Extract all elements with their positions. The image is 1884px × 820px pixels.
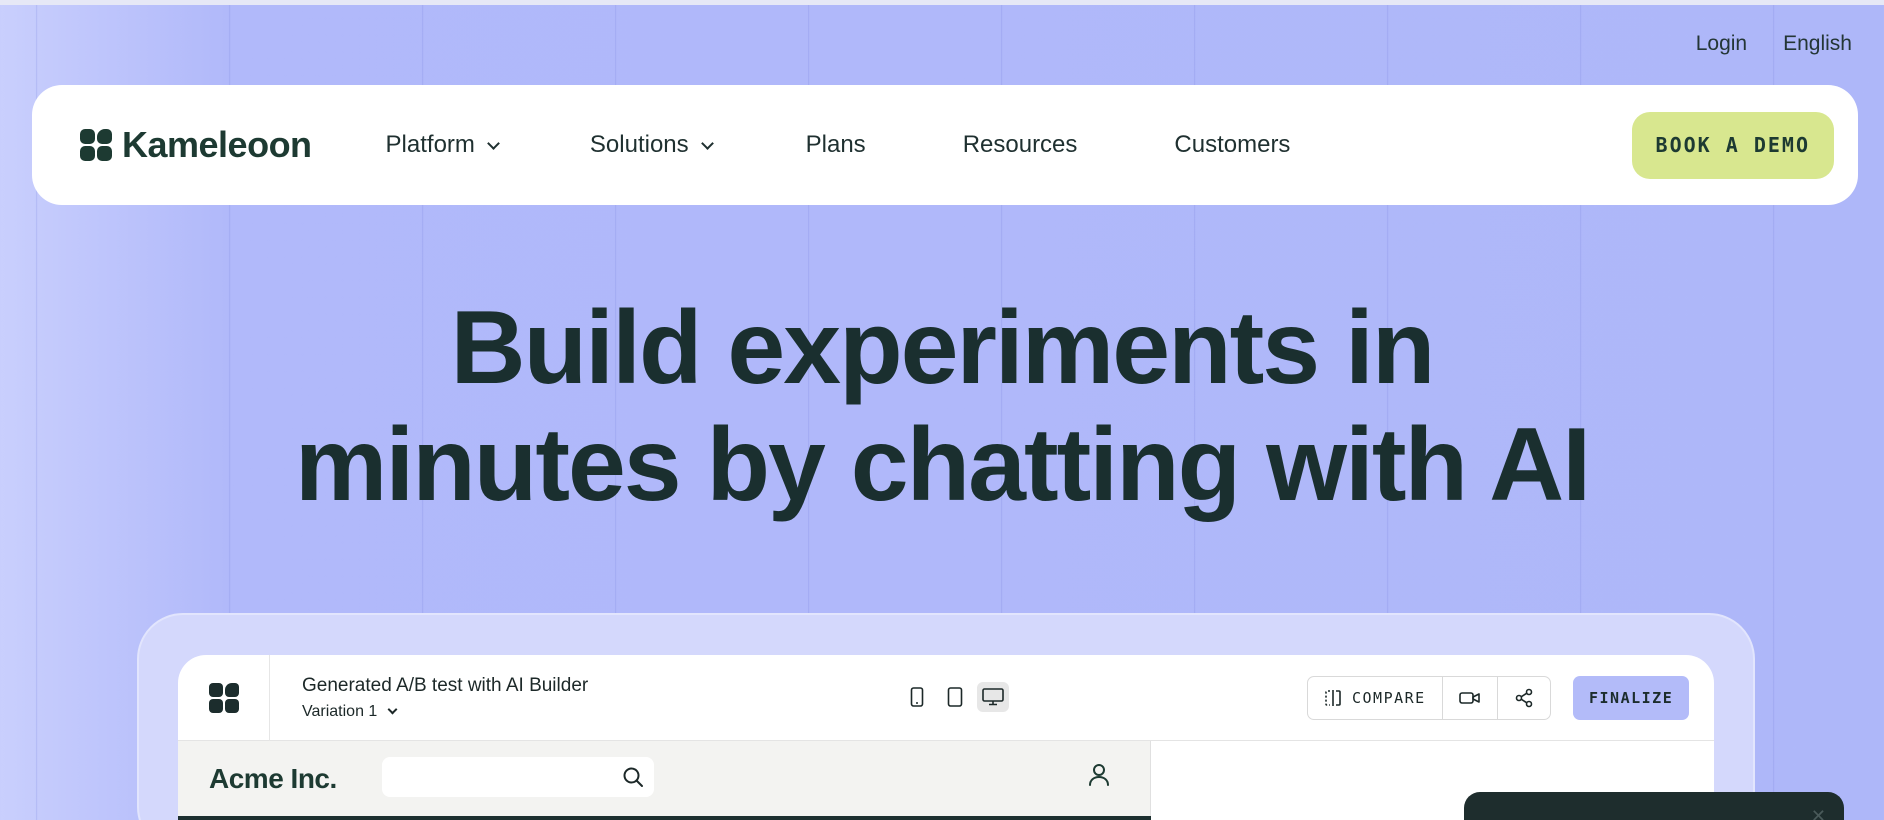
hero-headline: Build experiments in minutes by chatting… [0, 290, 1884, 524]
main-navbar: Kameleoon Platform Solutions Plans Resou… [32, 85, 1858, 205]
chevron-down-icon [487, 136, 500, 150]
video-camera-icon [1458, 692, 1480, 704]
kameleoon-logo-icon [208, 682, 239, 713]
nav-item-resources[interactable]: Resources [963, 131, 1078, 159]
share-button[interactable] [1498, 677, 1550, 719]
record-video-button[interactable] [1443, 677, 1498, 719]
device-desktop-button[interactable] [977, 682, 1009, 712]
site-search-input[interactable] [382, 757, 654, 797]
mobile-icon [910, 687, 924, 707]
top-edge-line [0, 0, 1884, 5]
nav-label: Resources [962, 131, 1078, 158]
nav-label: Plans [805, 131, 866, 158]
device-switcher [901, 682, 1009, 712]
language-selector[interactable]: English [1783, 32, 1852, 56]
brand-logo[interactable]: Kameleoon [80, 124, 312, 166]
chevron-down-icon [387, 704, 398, 715]
brand-name: Kameleoon [122, 124, 312, 165]
app-header: Generated A/B test with AI Builder Varia… [178, 655, 1714, 741]
site-nav-strip [178, 816, 1151, 820]
app-logo[interactable] [178, 655, 270, 741]
ai-chat-panel: ✕ [1464, 792, 1844, 820]
hero-line-1: Build experiments in [450, 290, 1436, 406]
utility-links: Login English [1696, 32, 1852, 56]
site-preview-header: Acme Inc. [178, 741, 1151, 820]
hero-line-2: minutes by chatting with AI [294, 407, 1591, 523]
nav-item-customers[interactable]: Customers [1174, 131, 1290, 159]
device-mobile-button[interactable] [901, 682, 933, 712]
nav-item-platform[interactable]: Platform [385, 131, 500, 159]
login-link[interactable]: Login [1696, 32, 1747, 56]
chevron-down-icon [700, 136, 714, 150]
variation-selector[interactable]: Variation 1 [302, 703, 588, 721]
book-demo-button[interactable]: BOOK A DEMO [1631, 111, 1834, 179]
nav-label: Customers [1174, 131, 1291, 158]
compare-button[interactable]: COMPARE [1308, 677, 1443, 719]
compare-label: COMPARE [1352, 689, 1426, 707]
kameleoon-logo-icon [80, 129, 112, 161]
finalize-button[interactable]: FINALIZE [1573, 676, 1690, 720]
test-info: Generated A/B test with AI Builder Varia… [302, 675, 588, 721]
nav-label: Solutions [589, 131, 689, 158]
device-tablet-button[interactable] [939, 682, 971, 712]
preview-toolbar: COMPARE [1307, 676, 1551, 720]
tablet-icon [947, 687, 963, 707]
test-title: Generated A/B test with AI Builder [302, 674, 589, 696]
compare-icon [1325, 690, 1341, 706]
primary-nav: Platform Solutions Plans Resources Custo… [386, 131, 1291, 159]
variation-label: Variation 1 [302, 702, 378, 720]
site-brand-name: Acme Inc. [209, 763, 337, 794]
share-icon [1515, 688, 1533, 708]
close-icon[interactable]: ✕ [1811, 806, 1826, 820]
search-icon [623, 767, 643, 787]
user-icon[interactable] [1088, 763, 1110, 787]
desktop-icon [982, 688, 1004, 706]
nav-item-plans[interactable]: Plans [806, 131, 866, 159]
nav-item-solutions[interactable]: Solutions [589, 131, 714, 159]
nav-label: Platform [385, 131, 475, 158]
